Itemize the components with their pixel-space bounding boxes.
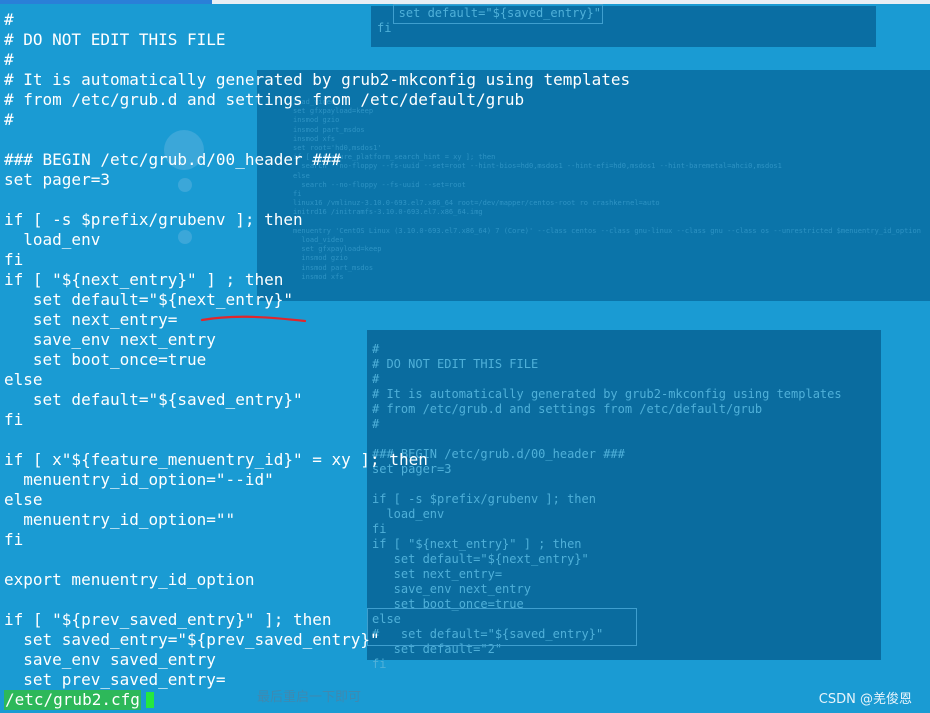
editor-status-filename: /etc/grub2.cfg	[4, 690, 141, 710]
grub-config-text[interactable]: # # DO NOT EDIT THIS FILE # # It is auto…	[4, 10, 630, 690]
text-cursor	[146, 692, 154, 708]
active-tab-indicator[interactable]	[0, 0, 212, 4]
caption-text: 最后重启一下即可	[257, 690, 362, 705]
red-underline-annotation	[200, 315, 307, 323]
watermark: CSDN @羌俊恩	[818, 692, 912, 707]
